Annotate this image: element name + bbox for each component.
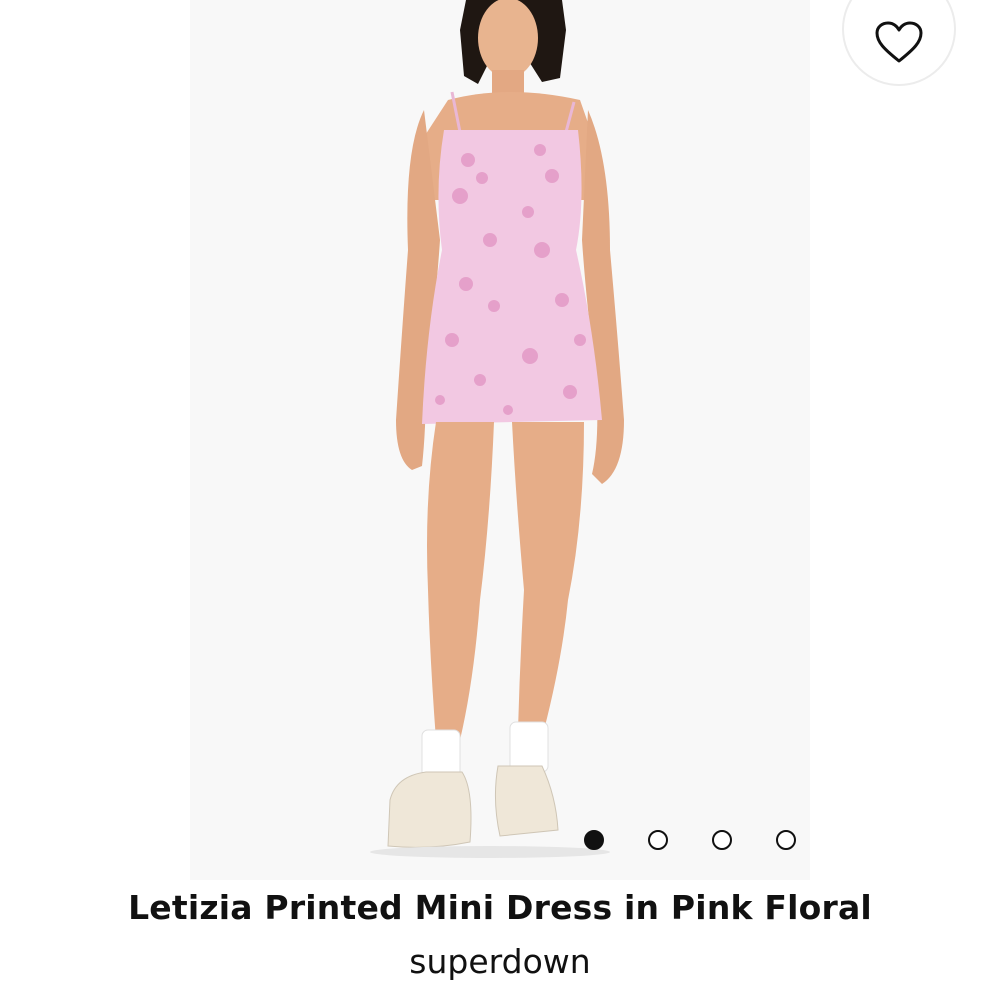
- heart-outline-icon: [875, 21, 923, 63]
- carousel-dot-2[interactable]: [648, 830, 668, 850]
- carousel-indicators: [582, 830, 798, 854]
- carousel-dot-1[interactable]: [584, 830, 604, 850]
- product-page: Letizia Printed Mini Dress in Pink Flora…: [0, 0, 1000, 1000]
- favorite-button[interactable]: [842, 0, 956, 86]
- carousel-dot-4[interactable]: [776, 830, 796, 850]
- product-photo: [190, 0, 810, 880]
- product-title: Letizia Printed Mini Dress in Pink Flora…: [128, 888, 872, 927]
- product-brand[interactable]: superdown: [0, 942, 1000, 981]
- product-image-carousel[interactable]: [190, 0, 810, 880]
- carousel-dot-3[interactable]: [712, 830, 732, 850]
